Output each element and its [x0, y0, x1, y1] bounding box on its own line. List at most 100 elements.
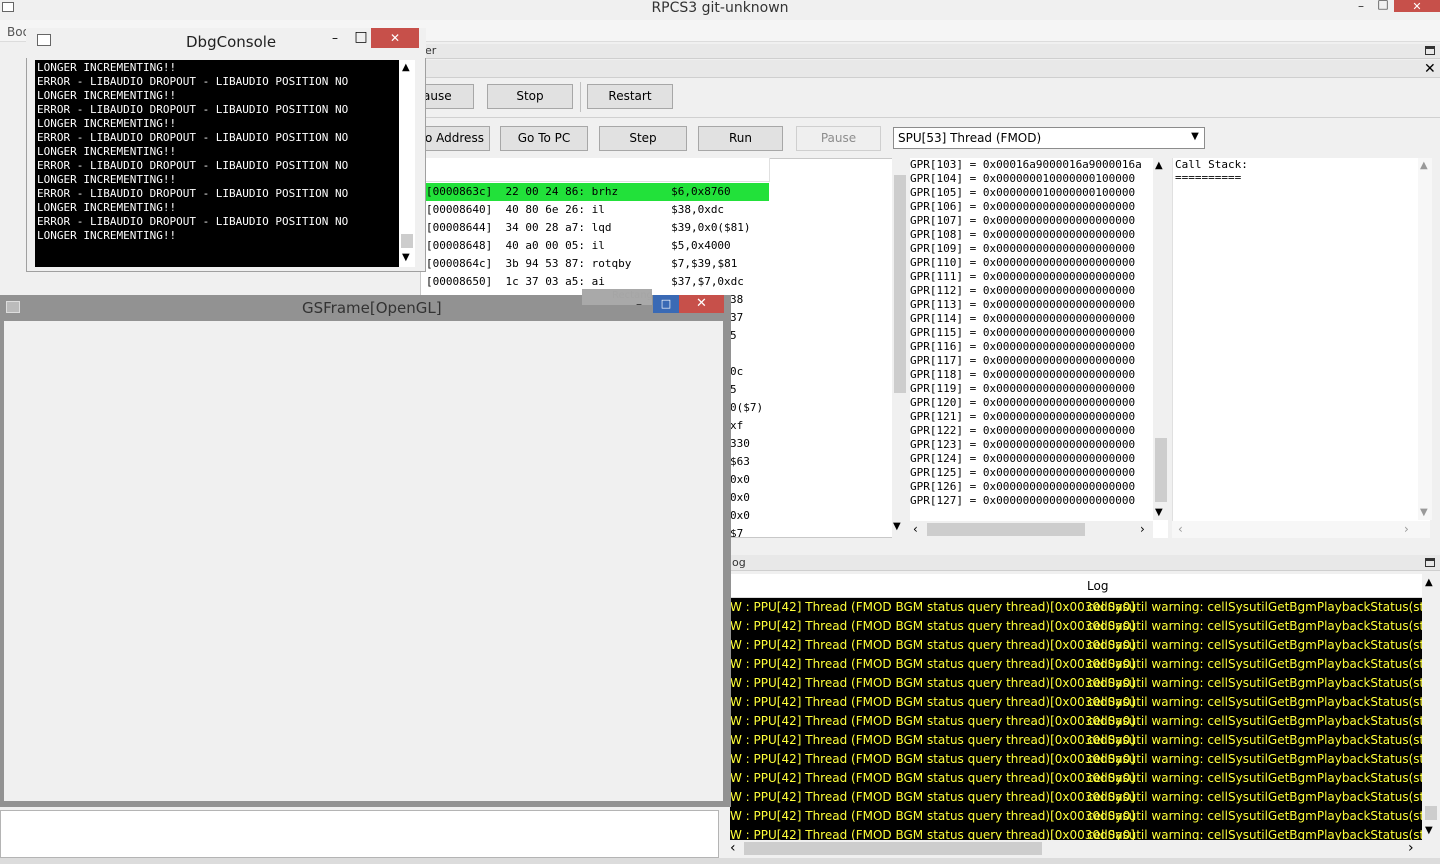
minimize-button[interactable]: – — [631, 296, 647, 312]
close-icon: ✕ — [389, 31, 401, 45]
disasm-row-current[interactable]: [0000863c] 22 00 24 86: brhz $6,0x8760 — [426, 183, 769, 201]
log-row[interactable]: W : PPU[42] Thread (FMOD BGM status quer… — [730, 807, 1422, 826]
chevron-down-icon[interactable]: ▼ — [1155, 507, 1163, 518]
stop-button[interactable]: Stop — [487, 84, 573, 109]
chevron-right-icon[interactable]: › — [1408, 840, 1414, 856]
minimize-button[interactable]: – — [328, 30, 342, 46]
log-row[interactable]: W : PPU[42] Thread (FMOD BGM status quer… — [730, 731, 1422, 750]
scrollbar-thumb[interactable] — [894, 175, 906, 393]
chevron-up-icon[interactable]: ▲ — [1420, 160, 1428, 171]
minimize-button[interactable]: – — [1350, 0, 1372, 14]
scrollbar-thumb[interactable] — [927, 523, 1085, 536]
log-row[interactable]: W : PPU[42] Thread (FMOD BGM status quer… — [730, 674, 1422, 693]
window-icon — [6, 301, 20, 313]
pause-button-disabled[interactable]: Pause — [796, 126, 881, 151]
log-dock-title: og — [732, 556, 746, 569]
register-row: GPR[116] = 0x000000000000000000000 — [910, 340, 1136, 353]
scrollbar-thumb[interactable] — [744, 842, 1042, 855]
disasm-fragment: 0($7) — [730, 401, 764, 414]
chevron-left-icon[interactable]: ‹ — [913, 522, 918, 536]
register-row: GPR[112] = 0x000000000000000000000 — [910, 284, 1136, 297]
call-stack-text: Call Stack: ========== — [1175, 158, 1248, 184]
maximize-button[interactable]: □ — [1374, 0, 1392, 12]
debugger-subbar — [388, 60, 1440, 78]
dock-close-icon[interactable]: ✕ — [1424, 60, 1436, 78]
chevron-down-icon[interactable]: ▼ — [1420, 507, 1428, 518]
close-button[interactable]: ✕ — [1394, 0, 1440, 13]
register-row: GPR[105] = 0x000000010000000100000 — [910, 186, 1136, 199]
run-button[interactable]: Run — [698, 126, 783, 151]
log-row[interactable]: W : PPU[42] Thread (FMOD BGM status quer… — [730, 636, 1422, 655]
log-column-header[interactable]: Log — [1087, 574, 1108, 598]
register-row: GPR[118] = 0x000000000000000000000 — [910, 368, 1136, 381]
window-icon — [37, 34, 51, 46]
chevron-up-icon[interactable]: ▲ — [1155, 160, 1163, 171]
log-scrollbar[interactable] — [1422, 574, 1440, 840]
log-row[interactable]: W : PPU[42] Thread (FMOD BGM status quer… — [730, 617, 1422, 636]
chevron-up-icon[interactable]: ▲ — [1425, 577, 1433, 588]
log-row[interactable]: W : PPU[42] Thread (FMOD BGM status quer… — [730, 826, 1422, 840]
register-row: GPR[107] = 0x000000000000000000000 — [910, 214, 1136, 227]
chevron-right-icon[interactable]: › — [1404, 522, 1409, 536]
close-icon: ✕ — [1412, 0, 1422, 13]
scrollbar-thumb[interactable] — [1425, 806, 1437, 820]
debugger-dock-titlebar — [388, 44, 1440, 59]
chevron-down-icon[interactable]: ▼ — [402, 252, 410, 263]
dbgconsole-title: DbgConsole — [186, 33, 277, 51]
go-to-pc-button[interactable]: Go To PC — [500, 126, 588, 151]
maximize-button[interactable]: □ — [353, 28, 369, 46]
render-surface[interactable] — [4, 321, 723, 801]
call-stack-hscrollbar[interactable] — [1172, 521, 1430, 538]
maximize-button[interactable]: □ — [653, 295, 679, 313]
register-row: GPR[106] = 0x000000000000000000000 — [910, 200, 1136, 213]
register-row: GPR[117] = 0x000000000000000000000 — [910, 354, 1136, 367]
disasm-row[interactable]: [00008644] 34 00 28 a7: lqd $39,0x0($81) — [426, 219, 751, 237]
close-button[interactable]: ✕ — [371, 28, 419, 48]
registers-view[interactable]: GPR[103] = 0x00016a9000016a9000016a GPR[… — [910, 158, 1168, 538]
scrollbar-thumb[interactable] — [401, 234, 413, 248]
console-output[interactable]: LONGER INCREMENTING!! ERROR - LIBAUDIO D… — [35, 60, 399, 267]
register-row: GPR[113] = 0x000000000000000000000 — [910, 298, 1136, 311]
disasm-row[interactable]: [0000864c] 3b 94 53 87: rotqby $7,$39,$8… — [426, 255, 737, 273]
dock-float-icon[interactable] — [1425, 558, 1435, 567]
log-row[interactable]: W : PPU[42] Thread (FMOD BGM status quer… — [730, 655, 1422, 674]
chevron-left-icon[interactable]: ‹ — [730, 840, 736, 856]
command-input[interactable] — [0, 810, 719, 858]
chevron-right-icon[interactable]: › — [1140, 522, 1145, 536]
disasm-fragment: 0x0 — [730, 491, 750, 504]
scrollbar-thumb[interactable] — [1155, 438, 1167, 502]
chevron-down-icon[interactable]: ▼ — [893, 521, 901, 532]
disasm-row[interactable]: [00008640] 40 80 6e 26: il $38,0xdc — [426, 201, 724, 219]
log-row[interactable]: W : PPU[42] Thread (FMOD BGM status quer… — [730, 769, 1422, 788]
chevron-down-icon[interactable]: ▼ — [1425, 825, 1433, 836]
dock-float-icon[interactable] — [1425, 46, 1435, 55]
register-row: GPR[115] = 0x000000000000000000000 — [910, 326, 1136, 339]
register-row: GPR[108] = 0x000000000000000000000 — [910, 228, 1136, 241]
log-row[interactable]: W : PPU[42] Thread (FMOD BGM status quer… — [730, 788, 1422, 807]
thread-select[interactable]: SPU[53] Thread (FMOD) — [893, 127, 1205, 149]
chevron-left-icon[interactable]: ‹ — [1178, 522, 1183, 536]
register-row: GPR[122] = 0x000000000000000000000 — [910, 424, 1136, 437]
close-button[interactable]: ✕ — [679, 295, 724, 313]
disasm-fragment: 0c — [730, 365, 744, 378]
register-row: GPR[120] = 0x000000000000000000000 — [910, 396, 1136, 409]
gsframe-title: GSFrame[OpenGL] — [302, 299, 442, 317]
call-stack-view[interactable] — [1172, 158, 1430, 538]
chevron-down-icon[interactable]: ▼ — [1188, 130, 1202, 144]
register-row: GPR[124] = 0x000000000000000000000 — [910, 452, 1136, 465]
disasm-fragment: 37 — [730, 311, 744, 324]
step-button[interactable]: Step — [599, 126, 687, 151]
log-row[interactable]: W : PPU[42] Thread (FMOD BGM status quer… — [730, 598, 1422, 617]
log-row[interactable]: W : PPU[42] Thread (FMOD BGM status quer… — [730, 693, 1422, 712]
register-row: GPR[125] = 0x000000000000000000000 — [910, 466, 1136, 479]
chevron-up-icon[interactable]: ▲ — [402, 62, 410, 73]
log-table[interactable]: W : PPU[42] Thread (FMOD BGM status quer… — [730, 574, 1422, 840]
restart-button[interactable]: Restart — [587, 84, 673, 109]
log-row[interactable]: W : PPU[42] Thread (FMOD BGM status quer… — [730, 712, 1422, 731]
register-row: GPR[123] = 0x000000000000000000000 — [910, 438, 1136, 451]
disasm-row[interactable]: [00008648] 40 a0 00 05: il $5,0x4000 — [426, 237, 731, 255]
call-stack-scrollbar[interactable] — [1418, 158, 1432, 520]
log-row[interactable]: W : PPU[42] Thread (FMOD BGM status quer… — [730, 750, 1422, 769]
disassembly-header — [420, 158, 770, 182]
disasm-fragment: 0x0 — [730, 473, 750, 486]
